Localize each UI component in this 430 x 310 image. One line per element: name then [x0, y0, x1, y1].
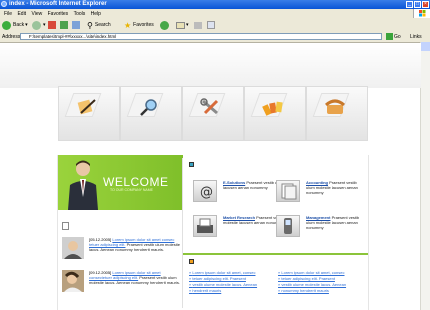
chevron-down-icon: ▾ — [186, 22, 189, 28]
star-icon: ★ — [124, 20, 132, 30]
toolbar: Back ▾ ▾ ⚲ Search ★ Favorites ▾ — [0, 18, 430, 33]
forward-button[interactable]: ▾ — [32, 20, 46, 30]
chevron-down-icon: ▾ — [25, 22, 28, 28]
history-button[interactable] — [160, 20, 171, 30]
menu-edit[interactable]: Edit — [17, 11, 26, 17]
section-bullet-icon — [189, 259, 194, 264]
service-text: Accounting Praesent vestib ulum molestie… — [306, 180, 362, 195]
history-icon — [160, 20, 169, 30]
document-icon — [207, 21, 215, 29]
papers-icon — [276, 180, 300, 202]
mobile-phone-icon — [276, 215, 300, 237]
section-bullet-icon — [189, 162, 194, 167]
section-divider — [183, 253, 368, 255]
column-divider — [182, 158, 183, 308]
news-thumbnail — [62, 270, 84, 292]
nav-item-phone[interactable] — [306, 86, 368, 141]
news-item: [05.12.2005] Lorem ipsum dolor sit amet … — [62, 237, 180, 262]
magnifier-icon — [140, 99, 157, 116]
refresh-icon — [60, 21, 68, 29]
service-item-management: Management Praesent vestib ulum molestie… — [276, 215, 359, 245]
news-item: [09.12.2005] Lorem ipsum dolor sit amet … — [62, 270, 180, 295]
search-button[interactable]: ⚲ Search — [87, 20, 111, 30]
service-text: Management Praesent vestib ulum molestie… — [306, 215, 362, 230]
businessman-image — [68, 160, 98, 210]
news-text: [09.12.2005] Lorem ipsum dolor sit amet … — [89, 270, 181, 285]
back-arrow-icon — [2, 20, 11, 30]
close-button[interactable]: × — [422, 1, 429, 8]
page-header-background — [0, 43, 421, 88]
at-sign-icon: @ — [193, 180, 217, 202]
window-controls: _ □ × — [406, 1, 429, 8]
mail-button[interactable]: ▾ — [176, 20, 189, 30]
mail-icon — [176, 21, 185, 29]
favorites-button[interactable]: ★ Favorites — [124, 20, 154, 30]
window-titlebar: index - Microsoft Internet Explorer _ □ … — [0, 0, 430, 9]
chevron-down-icon: ▾ — [43, 22, 46, 28]
edit-button[interactable] — [207, 20, 215, 30]
tools-icon — [200, 98, 219, 115]
list-link[interactable]: nonummy hendrerit mauris — [278, 288, 366, 294]
home-button[interactable] — [72, 20, 80, 30]
welcome-title: WELCOME — [103, 175, 169, 189]
stop-icon — [48, 21, 56, 29]
printer-icon — [194, 21, 202, 29]
welcome-banner: WELCOME TO OUR COMPANY NAME — [58, 155, 183, 210]
address-bar: Address F:\templates\tmpl-##\xxxxx...\si… — [0, 32, 430, 43]
nav-item-search[interactable] — [120, 86, 182, 141]
menu-favorites[interactable]: Favorites — [48, 11, 69, 17]
service-item-e-solutions: @ E-Solutions Praesent vestib ulum moles… — [193, 180, 300, 210]
menu-view[interactable]: View — [31, 11, 42, 17]
menu-file[interactable]: File — [4, 11, 12, 17]
service-item-accounting: Accounting Praesent vestib ulum molestie… — [276, 180, 358, 210]
vertical-scrollbar[interactable] — [420, 42, 430, 310]
news-photo-image — [62, 237, 84, 259]
svg-text:@: @ — [200, 185, 213, 200]
telephone-icon — [325, 99, 345, 114]
link-list-right: Lorem ipsum dolor sit amet, consec tetue… — [278, 270, 366, 294]
search-icon: ⚲ — [87, 20, 93, 30]
go-button[interactable]: Go — [386, 33, 401, 40]
home-icon — [72, 21, 80, 29]
icon-navigation — [58, 86, 368, 141]
nav-item-colors[interactable] — [244, 86, 306, 141]
document-icon — [62, 222, 69, 230]
menu-tools[interactable]: Tools — [74, 11, 86, 17]
nav-item-notes[interactable] — [58, 86, 120, 141]
link-list-left: Lorem ipsum dolor sit amet, consec tetue… — [189, 270, 277, 294]
news-photo-image — [62, 270, 84, 292]
go-arrow-icon — [386, 33, 393, 40]
window-title: index - Microsoft Internet Explorer — [9, 1, 107, 7]
color-swatches-icon — [262, 101, 283, 116]
stop-button[interactable] — [48, 20, 56, 30]
minimize-button[interactable]: _ — [406, 1, 413, 8]
typewriter-icon — [193, 215, 217, 237]
ie-logo-icon — [1, 1, 7, 7]
list-link[interactable]: hendrerit mauris — [189, 288, 277, 294]
address-input[interactable]: F:\templates\tmpl-##\xxxxx...\site\index… — [20, 33, 382, 40]
pencil-notes-icon — [77, 99, 96, 115]
address-label: Address — [2, 34, 21, 40]
maximize-button[interactable]: □ — [414, 1, 421, 8]
service-item-market-research: Market Research Praesent vestib ulum mol… — [193, 215, 294, 245]
links-button[interactable]: Links — [410, 34, 422, 40]
windows-logo-icon — [413, 9, 430, 18]
print-button[interactable] — [194, 20, 202, 30]
welcome-subtitle: TO OUR COMPANY NAME — [110, 188, 153, 192]
news-text: [05.12.2005] Lorem ipsum dolor sit amet … — [89, 237, 181, 252]
scroll-up-button[interactable] — [421, 42, 430, 51]
news-thumbnail — [62, 237, 84, 259]
back-button[interactable]: Back ▾ — [2, 20, 28, 30]
forward-arrow-icon — [32, 20, 41, 30]
refresh-button[interactable] — [60, 20, 68, 30]
nav-item-tools[interactable] — [182, 86, 244, 141]
menu-help[interactable]: Help — [91, 11, 101, 17]
